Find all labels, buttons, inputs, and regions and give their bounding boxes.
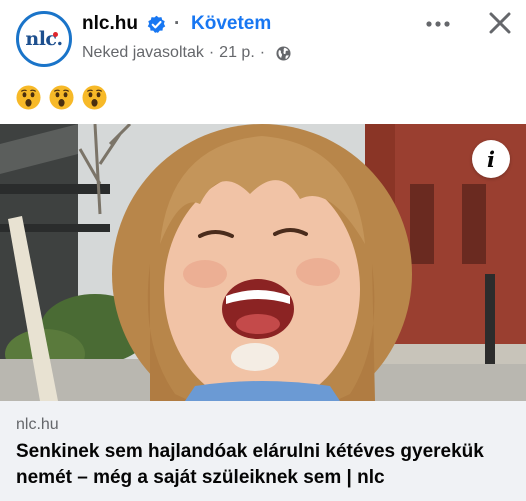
suggested-label: Neked javasoltak [82,44,204,61]
page-avatar[interactable]: nlc. [16,11,72,67]
astonished-face-icon [82,85,107,110]
close-icon[interactable] [485,8,515,38]
more-options-button[interactable] [424,12,452,36]
astonished-face-icon [16,85,41,110]
child-photo-illustration [0,124,526,401]
post-meta: Neked javasoltak · 21 p. · [82,44,291,62]
meta-separator: · [208,44,215,61]
header-separator: · [174,13,181,34]
post-header: nlc. nlc.hu · Követem Neked javasoltak ·… [0,0,526,80]
avatar-logo-dot [53,32,58,37]
verified-badge-icon [147,15,166,33]
info-button[interactable]: i [472,140,510,178]
link-preview-card[interactable]: nlc.hu Senkinek sem hajlandóak elárulni … [0,401,526,501]
astonished-face-icon [49,85,74,110]
reaction-emojis [16,85,107,110]
link-domain: nlc.hu [16,416,59,433]
more-options-icon [426,21,450,27]
meta-separator-2: · [259,44,266,61]
post-image[interactable]: i [0,124,526,401]
follow-button[interactable]: Követem [191,13,271,35]
globe-icon [276,45,291,61]
link-title[interactable]: Senkinek sem hajlandóak elárulni kétéves… [16,439,510,491]
avatar-logo-text: nlc. [25,28,63,50]
post-time[interactable]: 21 p. [219,44,255,62]
page-name-link[interactable]: nlc.hu [82,13,138,35]
